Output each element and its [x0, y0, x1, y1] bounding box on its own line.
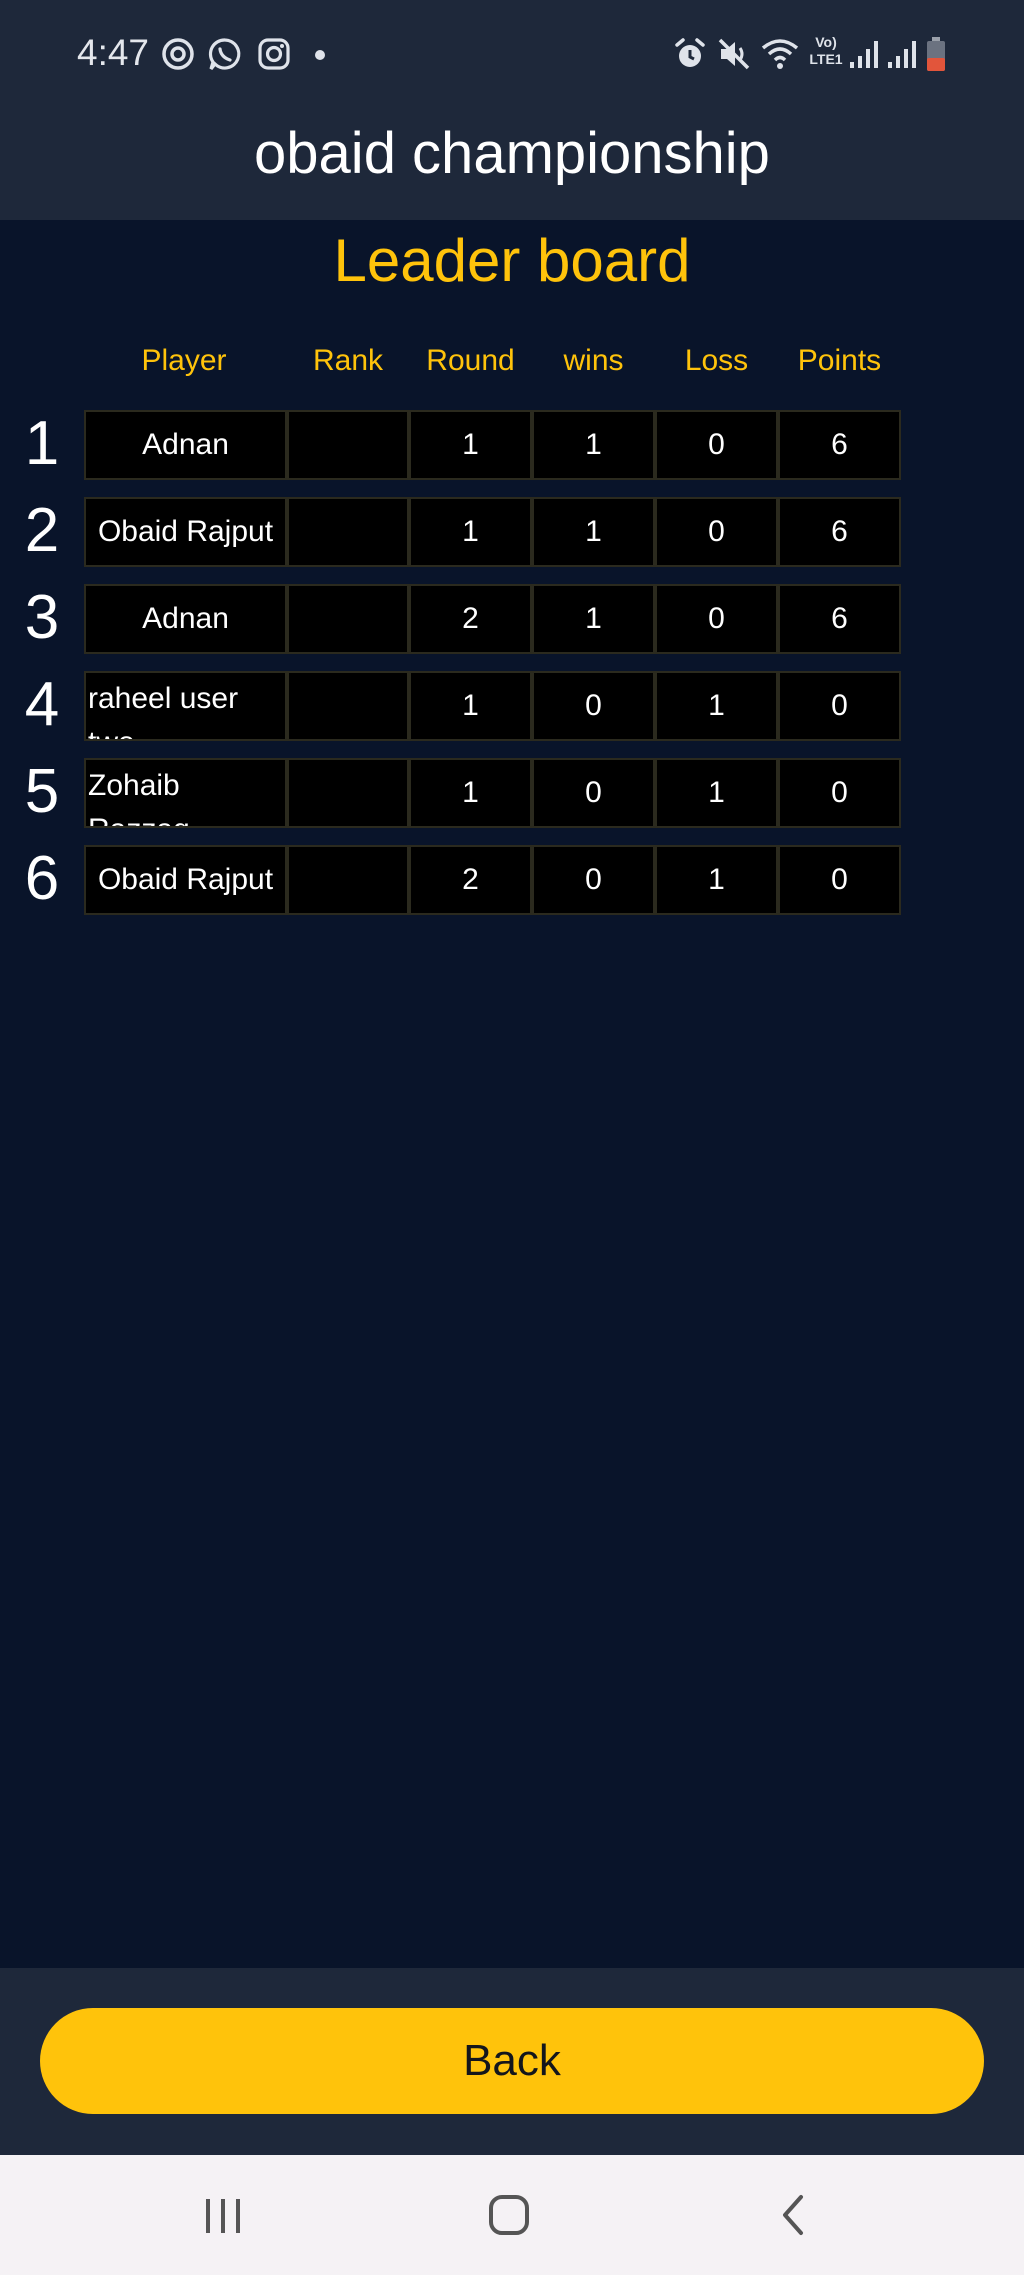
cell-round: 1	[409, 497, 532, 567]
cell-rank	[287, 845, 409, 915]
dot-icon	[315, 50, 325, 60]
whatsapp-icon	[208, 38, 241, 70]
column-header-loss: Loss	[684, 344, 749, 377]
cell-points: 0	[778, 671, 901, 741]
cell-round: 2	[409, 845, 532, 915]
cell-rank	[287, 758, 409, 828]
cell-player: Adnan	[84, 584, 287, 654]
bottom-bar: Back	[0, 1968, 1024, 2155]
status-bar: 4:47 Vo) LTE1	[0, 0, 1024, 110]
cell-wins: 0	[532, 845, 655, 915]
back-nav-icon[interactable]	[755, 2185, 835, 2245]
cell-loss: 0	[655, 497, 778, 567]
volte-text-bottom: LTE1	[809, 51, 843, 67]
system-nav-bar	[0, 2155, 1024, 2275]
cell-loss: 0	[655, 410, 778, 480]
row-number: 3	[24, 583, 60, 652]
cell-points: 0	[778, 845, 901, 915]
battery-icon	[927, 37, 945, 71]
row-number: 5	[24, 757, 60, 826]
cell-player: Obaid Rajput	[84, 497, 287, 567]
column-header-wins: wins	[563, 344, 624, 377]
cell-loss: 1	[655, 758, 778, 828]
volte-icon: Vo) LTE1	[806, 34, 846, 74]
cell-round: 1	[409, 758, 532, 828]
back-button[interactable]: Back	[40, 2008, 984, 2114]
recent-apps-icon[interactable]	[183, 2185, 263, 2245]
signal-icon	[888, 41, 916, 68]
app-bar: obaid championship	[0, 110, 1024, 220]
mute-icon	[718, 38, 750, 70]
cell-player: Zohaib Razzaq	[84, 758, 287, 828]
signal-icon	[850, 41, 878, 68]
cell-wins: 0	[532, 671, 655, 741]
app-title: obaid championship	[254, 121, 770, 186]
cell-rank	[287, 671, 409, 741]
cell-points: 6	[778, 584, 901, 654]
leaderboard-title: Leader board	[333, 227, 691, 294]
leaderboard-screen: Leader board Player Rank Round wins Loss…	[0, 220, 1024, 1968]
cell-points: 6	[778, 410, 901, 480]
cell-wins: 1	[532, 410, 655, 480]
instagram-icon	[258, 38, 290, 70]
column-header-round: Round	[426, 344, 515, 377]
cell-points: 6	[778, 497, 901, 567]
cell-round: 2	[409, 584, 532, 654]
row-number: 2	[24, 496, 60, 565]
wifi-icon	[761, 39, 799, 69]
cell-wins: 0	[532, 758, 655, 828]
cell-wins: 1	[532, 497, 655, 567]
cell-player: Obaid Rajput	[84, 845, 287, 915]
cell-loss: 1	[655, 845, 778, 915]
column-header-player: Player	[141, 344, 227, 377]
row-number: 6	[24, 844, 60, 913]
row-number: 1	[24, 409, 60, 478]
cell-rank	[287, 584, 409, 654]
row-number: 4	[24, 670, 60, 739]
cell-round: 1	[409, 671, 532, 741]
status-time: 4:47	[77, 32, 150, 73]
sync-icon	[162, 38, 194, 70]
cell-points: 0	[778, 758, 901, 828]
cell-rank	[287, 410, 409, 480]
cell-rank	[287, 497, 409, 567]
cell-loss: 1	[655, 671, 778, 741]
cell-player: Adnan	[84, 410, 287, 480]
volte-text-top: Vo)	[815, 34, 837, 50]
column-header-rank: Rank	[312, 344, 384, 377]
cell-round: 1	[409, 410, 532, 480]
cell-player: raheel user two	[84, 671, 287, 741]
home-icon[interactable]	[469, 2185, 549, 2245]
cell-loss: 0	[655, 584, 778, 654]
alarm-icon	[675, 38, 705, 67]
column-header-points: Points	[797, 344, 882, 377]
cell-wins: 1	[532, 584, 655, 654]
